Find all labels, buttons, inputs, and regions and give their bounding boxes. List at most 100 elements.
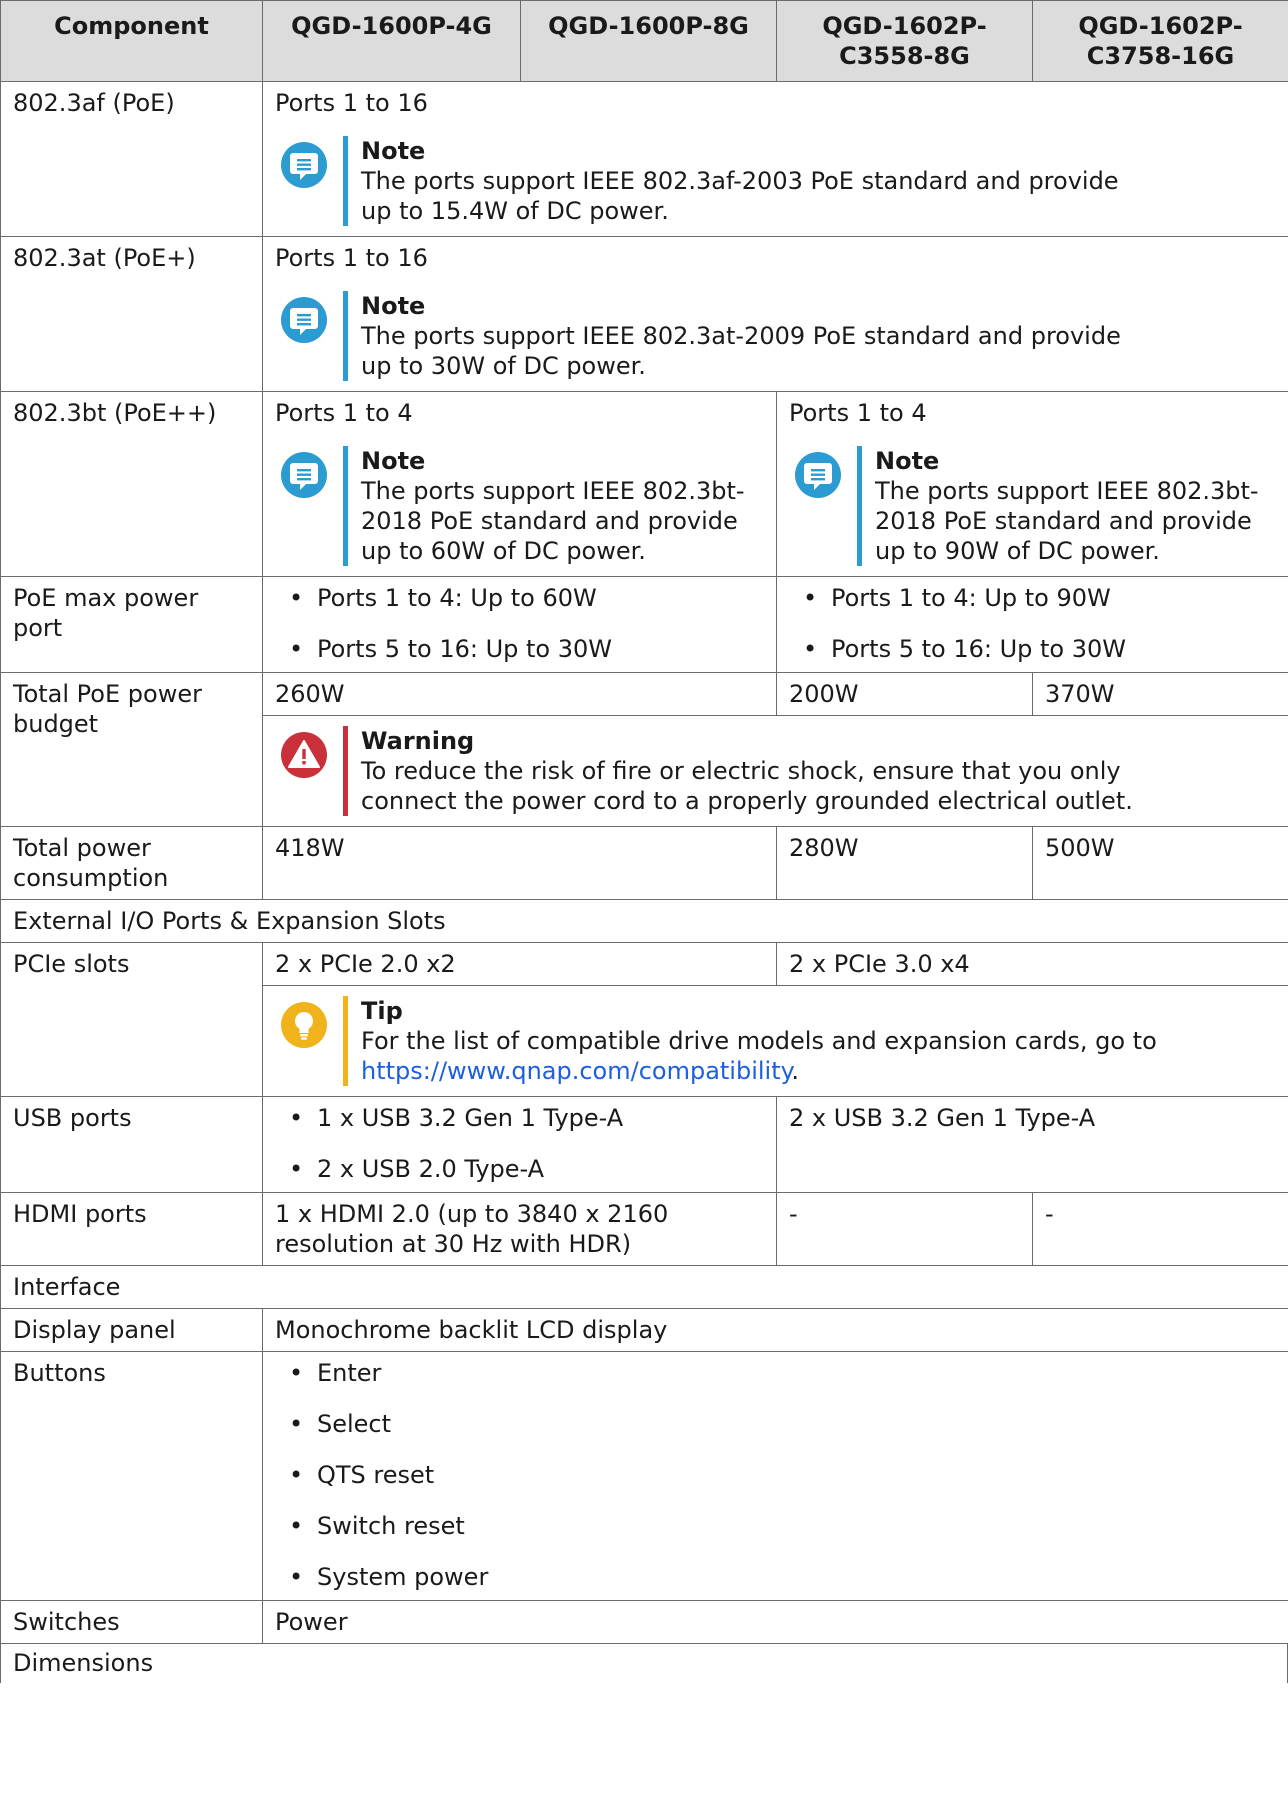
table-row: Buttons Enter Select QTS reset Switch re…	[0, 1351, 1288, 1601]
row-label: Total power consumption	[0, 826, 263, 900]
note-text: The ports support IEEE 802.3bt-2018 PoE …	[875, 477, 1259, 565]
tip-callout: Tip For the list of compatible drive mod…	[275, 996, 1276, 1086]
table-row: Switches Power	[0, 1600, 1288, 1644]
note-callout: Note The ports support IEEE 802.3at-2009…	[275, 291, 1276, 381]
cell-text: Ports 1 to 4	[789, 399, 927, 427]
note-callout: Note The ports support IEEE 802.3bt-2018…	[275, 446, 764, 566]
tip-title: Tip	[361, 997, 403, 1025]
bullet-list: Ports 1 to 4: Up to 60W Ports 5 to 16: U…	[275, 583, 764, 664]
note-text: The ports support IEEE 802.3af-2003 PoE …	[361, 167, 1119, 225]
lightbulb-icon	[281, 1002, 327, 1048]
list-item: Ports 1 to 4: Up to 60W	[275, 583, 764, 613]
header-component: Component	[0, 0, 263, 82]
bullet-list: Ports 1 to 4: Up to 90W Ports 5 to 16: U…	[789, 583, 1276, 664]
table-row: 802.3at (PoE+) Ports 1 to 16 Note The po…	[0, 236, 1288, 392]
table-row: 802.3af (PoE) Ports 1 to 16 Note The por…	[0, 81, 1288, 237]
row-label: 802.3at (PoE+)	[0, 236, 263, 392]
row-label: Switches	[0, 1600, 263, 1644]
section-row: External I/O Ports & Expansion Slots	[0, 899, 1288, 943]
warning-triangle-icon	[281, 732, 327, 778]
table-header-row: Component QGD-1600P-4G QGD-1600P-8G QGD-…	[0, 0, 1288, 82]
warning-callout: Warning To reduce the risk of fire or el…	[275, 726, 1276, 816]
row-value: 2 x PCIe 2.0 x2	[262, 942, 777, 986]
header-model-2: QGD-1600P-8G	[520, 0, 777, 82]
row-label: 802.3bt (PoE++)	[0, 391, 263, 577]
section-title: External I/O Ports & Expansion Slots	[0, 899, 1288, 943]
row-value: 280W	[776, 826, 1033, 900]
table-row: PCIe slots 2 x PCIe 2.0 x2 2 x PCIe 3.0 …	[0, 942, 1288, 1097]
note-text: The ports support IEEE 802.3at-2009 PoE …	[361, 322, 1121, 380]
note-callout: Note The ports support IEEE 802.3af-2003…	[275, 136, 1276, 226]
tip-text: For the list of compatible drive models …	[361, 1026, 1276, 1086]
row-value: Ports 1 to 16 Note The ports support IEE…	[262, 81, 1288, 237]
cell-text: Ports 1 to 4	[275, 399, 413, 427]
row-value: -	[1032, 1192, 1288, 1266]
row-value: Ports 1 to 4: Up to 90W Ports 5 to 16: U…	[776, 576, 1288, 673]
row-value: Tip For the list of compatible drive mod…	[262, 985, 1288, 1097]
row-label: PoE max power port	[0, 576, 263, 673]
note-title: Note	[361, 292, 426, 320]
row-value: Ports 1 to 4 Note The ports support IEEE…	[776, 391, 1288, 577]
note-text: The ports support IEEE 802.3bt-2018 PoE …	[361, 477, 745, 565]
row-value: Ports 1 to 16 Note The ports support IEE…	[262, 236, 1288, 392]
section-title: Interface	[0, 1265, 1288, 1309]
section-row: Interface	[0, 1265, 1288, 1309]
table-row: Total PoE power budget 260W 200W 370W	[0, 672, 1288, 827]
row-label: 802.3af (PoE)	[0, 81, 263, 237]
list-item: Ports 5 to 16: Up to 30W	[275, 634, 764, 664]
list-item: 1 x USB 3.2 Gen 1 Type-A	[275, 1103, 764, 1133]
row-value: 2 x USB 3.2 Gen 1 Type-A	[776, 1096, 1288, 1193]
row-value: Power	[262, 1600, 1288, 1644]
row-label: USB ports	[0, 1096, 263, 1193]
row-label: Total PoE power budget	[0, 672, 263, 827]
row-label: HDMI ports	[0, 1192, 263, 1266]
list-item: Enter	[275, 1358, 1276, 1388]
header-model-3: QGD-1602P- C3558-8G	[776, 0, 1033, 82]
row-value: 2 x PCIe 3.0 x4	[776, 942, 1288, 986]
list-item: Ports 1 to 4: Up to 90W	[789, 583, 1276, 613]
tip-text-body: For the list of compatible drive models …	[361, 1027, 1157, 1055]
note-title: Note	[361, 447, 426, 475]
list-item: System power	[275, 1562, 1276, 1592]
bullet-list: 1 x USB 3.2 Gen 1 Type-A 2 x USB 2.0 Typ…	[275, 1103, 764, 1184]
row-value: -	[776, 1192, 1033, 1266]
note-title: Note	[361, 137, 426, 165]
row-value: 200W	[776, 672, 1033, 716]
speech-bubble-icon	[795, 452, 841, 498]
table-row: PoE max power port Ports 1 to 4: Up to 6…	[0, 576, 1288, 673]
warning-text: To reduce the risk of fire or electric s…	[361, 757, 1133, 815]
row-label: PCIe slots	[0, 942, 263, 1097]
row-value: 1 x HDMI 2.0 (up to 3840 x 2160 resoluti…	[262, 1192, 777, 1266]
row-label: Display panel	[0, 1308, 263, 1352]
row-value: 418W	[262, 826, 777, 900]
row-value: Ports 1 to 4: Up to 60W Ports 5 to 16: U…	[262, 576, 777, 673]
table-row: USB ports 1 x USB 3.2 Gen 1 Type-A 2 x U…	[0, 1096, 1288, 1193]
table-row: Display panel Monochrome backlit LCD dis…	[0, 1308, 1288, 1352]
warning-title: Warning	[361, 727, 475, 755]
row-value: 370W	[1032, 672, 1288, 716]
list-item: Switch reset	[275, 1511, 1276, 1541]
row-value: 260W	[262, 672, 777, 716]
header-model-1: QGD-1600P-4G	[262, 0, 521, 82]
bullet-list: Enter Select QTS reset Switch reset Syst…	[275, 1358, 1276, 1592]
list-item: QTS reset	[275, 1460, 1276, 1490]
compatibility-link[interactable]: https://www.qnap.com/compatibility	[361, 1057, 791, 1085]
header-model-4: QGD-1602P- C3758-16G	[1032, 0, 1288, 82]
cell-text: Ports 1 to 16	[275, 244, 428, 272]
spec-table: Component QGD-1600P-4G QGD-1600P-8G QGD-…	[0, 0, 1288, 1644]
list-item: 2 x USB 2.0 Type-A	[275, 1154, 764, 1184]
cell-text: Ports 1 to 16	[275, 89, 428, 117]
table-row: HDMI ports 1 x HDMI 2.0 (up to 3840 x 21…	[0, 1192, 1288, 1266]
speech-bubble-icon	[281, 452, 327, 498]
section-title: Dimensions	[0, 1643, 1288, 1683]
table-row: Total power consumption 418W 280W 500W	[0, 826, 1288, 900]
list-item: Ports 5 to 16: Up to 30W	[789, 634, 1276, 664]
row-value: 1 x USB 3.2 Gen 1 Type-A 2 x USB 2.0 Typ…	[262, 1096, 777, 1193]
table-row: 802.3bt (PoE++) Ports 1 to 4 Note The po…	[0, 391, 1288, 577]
note-title: Note	[875, 447, 940, 475]
speech-bubble-icon	[281, 297, 327, 343]
row-value: Ports 1 to 4 Note The ports support IEEE…	[262, 391, 777, 577]
list-item: Select	[275, 1409, 1276, 1439]
row-value: 500W	[1032, 826, 1288, 900]
row-value: Enter Select QTS reset Switch reset Syst…	[262, 1351, 1288, 1601]
